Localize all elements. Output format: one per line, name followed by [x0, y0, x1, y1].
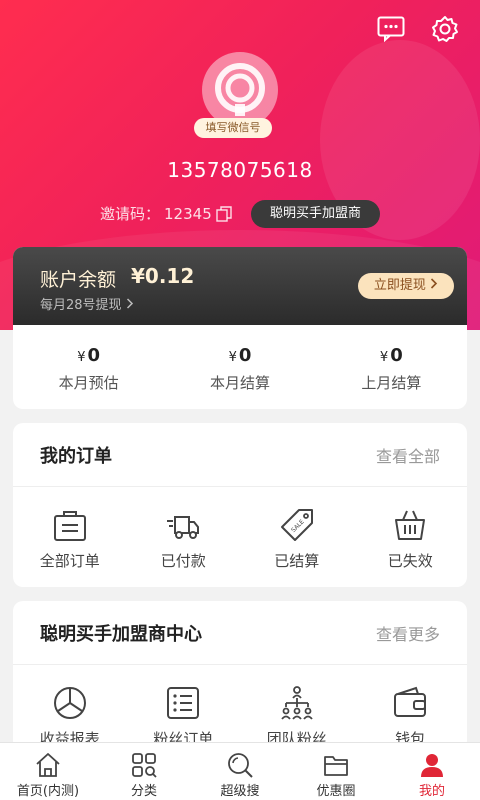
basket-icon — [395, 510, 426, 540]
view-all-orders-link[interactable]: 查看全部 — [376, 443, 440, 467]
order-invalid[interactable]: 已失效 — [354, 487, 468, 587]
folder-icon — [324, 756, 348, 776]
bag-icon — [53, 511, 86, 541]
stat-this-month-estimate[interactable]: ¥0 本月预估 — [13, 325, 164, 409]
invite-value: 12345 — [164, 204, 212, 223]
invite-label: 邀请码： — [100, 205, 161, 223]
orders-card: 我的订单 查看全部 全部订单 已付款 SALE 已结算 已失效 — [13, 423, 467, 587]
home-icon — [36, 753, 60, 777]
franchise-center-card: 聪明买手加盟商中心 查看更多 收益报表 粉丝订单 团队粉丝 钱包 — [13, 601, 467, 751]
settings-icon[interactable] — [430, 14, 460, 44]
tab-super-search[interactable]: 超级搜 — [192, 743, 288, 800]
center-team-fans[interactable]: 团队粉丝 — [240, 665, 354, 751]
wechat-tag[interactable]: 填写微信号 — [194, 118, 272, 138]
stat-this-month-settled[interactable]: ¥0 本月结算 — [164, 325, 315, 409]
order-settled[interactable]: SALE 已结算 — [240, 487, 354, 587]
user-icon — [421, 754, 443, 777]
tab-category[interactable]: 分类 — [96, 743, 192, 800]
balance-value: ¥0.12 — [131, 264, 195, 288]
wallet-icon — [394, 686, 427, 717]
truck-icon — [167, 516, 200, 539]
pie-chart-icon — [53, 687, 86, 719]
center-fan-orders[interactable]: 粉丝订单 — [127, 665, 241, 751]
message-icon[interactable] — [376, 14, 406, 44]
avatar-icon — [215, 63, 265, 116]
order-all[interactable]: 全部订单 — [13, 487, 127, 587]
chevron-right-icon — [431, 278, 438, 289]
phone-number: 13578075618 — [167, 158, 313, 182]
earnings-stats: ¥0 本月预估 ¥0 本月结算 ¥0 上月结算 — [13, 325, 467, 409]
center-wallet[interactable]: 钱包 — [354, 665, 468, 751]
category-icon — [132, 753, 157, 778]
copy-icon[interactable] — [216, 205, 232, 222]
withdraw-button[interactable]: 立即提现 — [358, 273, 454, 299]
tab-deals[interactable]: 优惠圈 — [288, 743, 384, 800]
withdraw-date[interactable]: 每月28号提现 — [40, 294, 134, 313]
balance-label: 账户余额 — [40, 269, 117, 291]
top-icons — [376, 14, 460, 44]
list-icon — [167, 687, 200, 719]
tag-icon: SALE — [280, 509, 313, 541]
franchise-center-title: 聪明买手加盟商中心 — [40, 623, 202, 645]
team-icon — [281, 686, 313, 720]
center-earnings-report[interactable]: 收益报表 — [13, 665, 127, 751]
join-franchise-button[interactable]: 聪明买手加盟商 — [251, 200, 380, 228]
tab-home[interactable]: 首页(内测) — [0, 743, 96, 800]
view-more-link[interactable]: 查看更多 — [376, 621, 440, 645]
stat-last-month-settled[interactable]: ¥0 上月结算 — [316, 325, 467, 409]
chevron-right-icon — [126, 298, 133, 309]
balance-card: 账户余额 ¥0.12 每月28号提现 立即提现 ¥0 本月预估 ¥0 本月结算 … — [13, 247, 467, 409]
bottom-tabbar: 首页(内测) 分类 超级搜 优惠圈 我的 — [0, 742, 480, 800]
avatar[interactable] — [202, 52, 278, 128]
invite-code[interactable]: 邀请码： 12345 — [100, 203, 232, 224]
search-icon — [228, 753, 253, 778]
orders-title: 我的订单 — [40, 445, 112, 467]
tab-mine[interactable]: 我的 — [384, 743, 480, 800]
order-paid[interactable]: 已付款 — [127, 487, 241, 587]
